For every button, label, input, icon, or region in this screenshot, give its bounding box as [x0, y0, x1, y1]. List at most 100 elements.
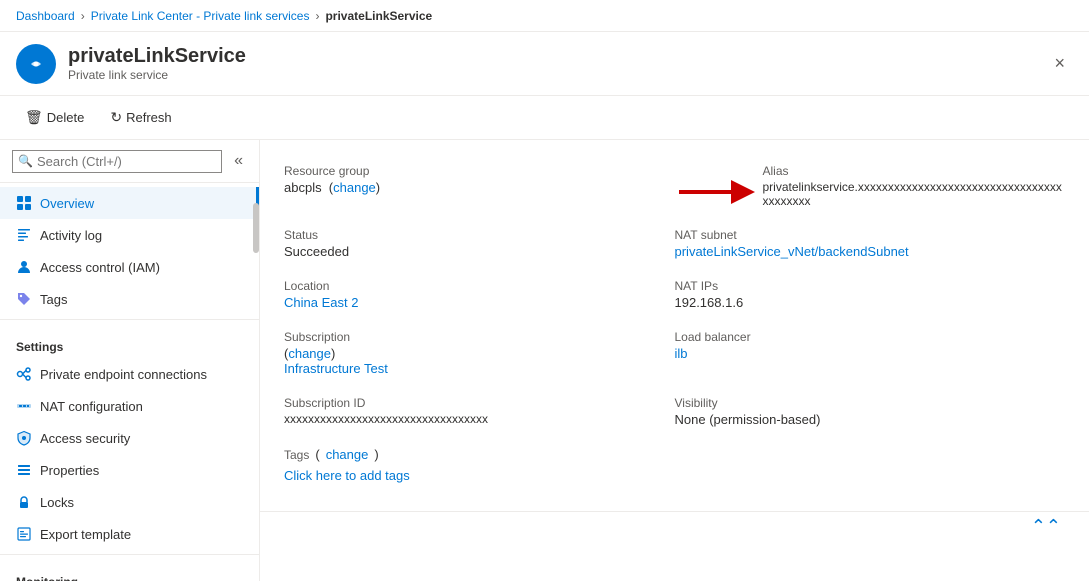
load-balancer-link[interactable]: ilb	[675, 346, 688, 361]
export-template-icon	[16, 526, 32, 542]
sidebar-nav: Overview Activity log Access control (IA…	[0, 183, 259, 581]
red-arrow-icon	[675, 176, 755, 208]
locks-label: Locks	[40, 495, 74, 510]
resource-type: Private link service	[68, 68, 246, 82]
main-layout: 🔍 « Overview Activity log	[0, 140, 1089, 581]
monitoring-section-title: Monitoring	[0, 559, 259, 581]
sidebar-item-access-control[interactable]: Access control (IAM)	[0, 251, 259, 283]
refresh-button[interactable]: ↻ Refresh	[101, 104, 180, 131]
breadcrumb-dashboard[interactable]: Dashboard	[16, 9, 75, 23]
delete-button[interactable]: 🗑 Delete	[16, 104, 93, 131]
private-endpoint-icon	[16, 366, 32, 382]
export-template-label: Export template	[40, 527, 131, 542]
sidebar: 🔍 « Overview Activity log	[0, 140, 260, 581]
resource-group-item: Resource group abcpls (change)	[284, 156, 675, 220]
tags-right-placeholder	[675, 439, 1066, 495]
nat-subnet-link[interactable]: privateLinkService_vNet/backendSubnet	[675, 244, 909, 259]
breadcrumb: Dashboard › Private Link Center - Privat…	[0, 0, 1089, 32]
subscription-link[interactable]: Infrastructure Test	[284, 361, 388, 376]
access-control-icon	[16, 259, 32, 275]
collapse-sidebar-button[interactable]: «	[230, 148, 247, 174]
subscription-id-label: Subscription ID	[284, 396, 675, 410]
access-security-label: Access security	[40, 431, 130, 446]
header-text: privateLinkService Private link service	[68, 45, 246, 82]
sidebar-item-private-endpoint[interactable]: Private endpoint connections	[0, 358, 259, 390]
nat-ips-value: 192.168.1.6	[675, 295, 1066, 310]
nat-config-icon	[16, 398, 32, 414]
scrollbar-track	[253, 183, 259, 581]
tags-value: Click here to add tags	[284, 468, 675, 483]
visibility-label: Visibility	[675, 396, 1066, 410]
nat-config-label: NAT configuration	[40, 399, 143, 414]
breadcrumb-sep-1: ›	[81, 9, 85, 23]
resource-group-text: abcpls	[284, 180, 322, 195]
sidebar-search-area: 🔍 «	[0, 140, 259, 183]
access-security-icon	[16, 430, 32, 446]
arrow-annotation	[675, 176, 755, 208]
nat-ips-label: NAT IPs	[675, 279, 1066, 293]
tags-icon	[16, 291, 32, 307]
locks-icon	[16, 494, 32, 510]
status-value: Succeeded	[284, 244, 675, 259]
visibility-item: Visibility None (permission-based)	[675, 388, 1066, 439]
access-control-label: Access control (IAM)	[40, 260, 160, 275]
subscription-item: Subscription (change) Infrastructure Tes…	[284, 322, 675, 388]
subscription-id-value: xxxxxxxxxxxxxxxxxxxxxxxxxxxxxxxxxx	[284, 412, 675, 426]
breadcrumb-private-link[interactable]: Private Link Center - Private link servi…	[91, 9, 310, 23]
alias-item: Alias privatelinkservice.xxxxxxxxxxxxxxx…	[675, 156, 1066, 220]
sidebar-item-overview[interactable]: Overview	[0, 187, 259, 219]
load-balancer-item: Load balancer ilb	[675, 322, 1066, 388]
sidebar-item-access-security[interactable]: Access security	[0, 422, 259, 454]
close-button[interactable]: ×	[1046, 49, 1073, 78]
search-input[interactable]	[12, 150, 222, 173]
subscription-value: (change) Infrastructure Test	[284, 346, 675, 376]
nat-subnet-item: NAT subnet privateLinkService_vNet/backe…	[675, 220, 1066, 271]
alias-value: privatelinkservice.xxxxxxxxxxxxxxxxxxxxx…	[763, 180, 1066, 208]
scroll-up-area: ⌃⌃	[260, 511, 1089, 541]
scroll-up-button[interactable]: ⌃⌃	[1027, 516, 1065, 537]
location-label: Location	[284, 279, 675, 293]
toolbar: 🗑 Delete ↻ Refresh	[0, 96, 1089, 140]
sidebar-item-export-template[interactable]: Export template	[0, 518, 259, 550]
load-balancer-label: Load balancer	[675, 330, 1066, 344]
resource-group-label: Resource group	[284, 164, 675, 178]
sidebar-item-properties[interactable]: Properties	[0, 454, 259, 486]
tags-change-link[interactable]: change	[326, 447, 369, 462]
nat-ips-item: NAT IPs 192.168.1.6	[675, 271, 1066, 322]
sidebar-item-tags[interactable]: Tags	[0, 283, 259, 315]
info-grid: Resource group abcpls (change)	[260, 140, 1089, 511]
service-icon	[16, 44, 56, 84]
refresh-icon: ↻	[110, 109, 122, 126]
delete-icon: 🗑	[25, 109, 43, 126]
overview-label: Overview	[40, 196, 94, 211]
monitoring-divider	[0, 554, 259, 555]
page-header: privateLinkService Private link service …	[0, 32, 1089, 96]
delete-label: Delete	[47, 110, 85, 125]
resource-group-change-link[interactable]: change	[333, 180, 376, 195]
content-area: Resource group abcpls (change)	[260, 140, 1089, 581]
load-balancer-value: ilb	[675, 346, 1066, 361]
settings-divider	[0, 319, 259, 320]
activity-log-label: Activity log	[40, 228, 102, 243]
visibility-value: None (permission-based)	[675, 412, 1066, 427]
subscription-id-item: Subscription ID xxxxxxxxxxxxxxxxxxxxxxxx…	[284, 388, 675, 439]
scrollbar-thumb[interactable]	[253, 203, 259, 253]
status-item: Status Succeeded	[284, 220, 675, 271]
alias-label: Alias	[763, 164, 1066, 178]
search-icon: 🔍	[18, 154, 33, 168]
sidebar-item-nat-config[interactable]: NAT configuration	[0, 390, 259, 422]
location-value: China East 2	[284, 295, 675, 310]
status-label: Status	[284, 228, 675, 242]
settings-section-title: Settings	[0, 324, 259, 358]
tags-add-link[interactable]: Click here to add tags	[284, 468, 410, 483]
private-endpoint-label: Private endpoint connections	[40, 367, 207, 382]
tags-label: Tags	[284, 448, 309, 462]
subscription-change-link[interactable]: change	[288, 346, 331, 361]
refresh-label: Refresh	[126, 110, 172, 125]
sidebar-item-activity-log[interactable]: Activity log	[0, 219, 259, 251]
activity-log-icon	[16, 227, 32, 243]
properties-icon	[16, 462, 32, 478]
header-left: privateLinkService Private link service	[16, 44, 246, 84]
tags-row: Tags (change)	[284, 447, 675, 464]
sidebar-item-locks[interactable]: Locks	[0, 486, 259, 518]
